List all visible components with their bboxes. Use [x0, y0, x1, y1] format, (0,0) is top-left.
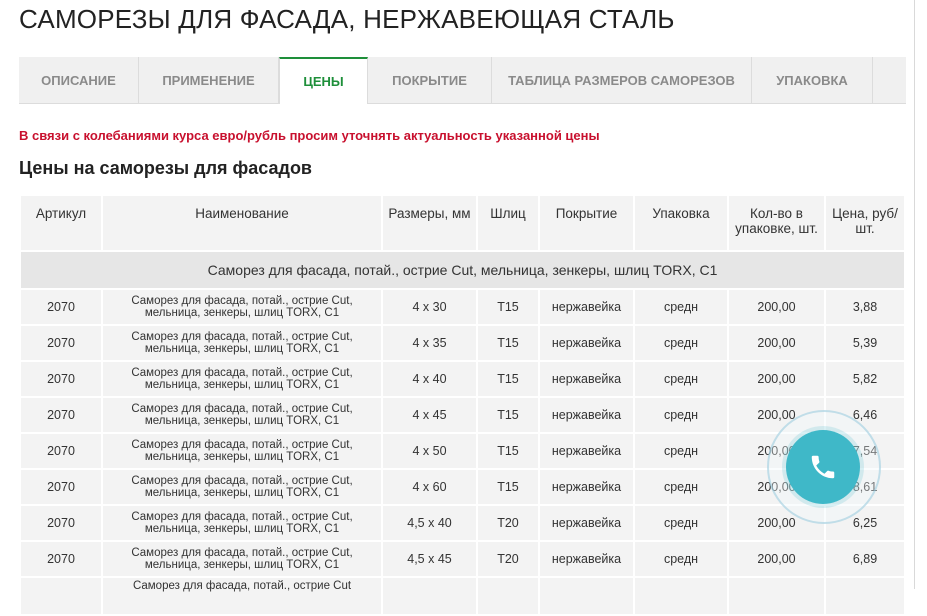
table-row: 2070 Саморез для фасада, потай., острие … — [19, 324, 906, 362]
table-row: 2070 Саморез для фасада, потай., острие … — [19, 396, 906, 434]
cell-packing: средн — [633, 396, 729, 434]
cell-qty: 200,00 — [727, 360, 826, 398]
cell-coating: нержавейка — [538, 540, 635, 578]
cell-article: 2070 — [19, 432, 103, 470]
cell-article — [19, 576, 103, 616]
cell-slot: T15 — [476, 360, 540, 398]
table-row: 2070 Саморез для фасада, потай., острие … — [19, 360, 906, 398]
page-title: САМОРЕЗЫ ДЛЯ ФАСАДА, НЕРЖАВЕЮЩАЯ СТАЛЬ — [19, 4, 675, 34]
table-group-row: Саморез для фасада, потай., острие Cut, … — [19, 250, 906, 290]
header-qty: Кол-во в упаковке, шт. — [727, 194, 826, 252]
cell-name: Саморез для фасада, потай., острие Cut, … — [101, 504, 383, 542]
cell-coating: нержавейка — [538, 432, 635, 470]
cell-article: 2070 — [19, 324, 103, 362]
cell-price: 5,82 — [824, 360, 906, 398]
table-row: 2070 Саморез для фасада, потай., острие … — [19, 540, 906, 578]
header-article: Артикул — [19, 194, 103, 252]
cell-price: 6,89 — [824, 540, 906, 578]
price-table: Артикул Наименование Размеры, мм Шлиц По… — [19, 194, 906, 616]
cell-article: 2070 — [19, 504, 103, 542]
section-title: Цены на саморезы для фасадов — [19, 158, 313, 178]
cell-coating: нержавейка — [538, 360, 635, 398]
cell-packing: средн — [633, 288, 729, 326]
table-row: 2070 Саморез для фасада, потай., острие … — [19, 504, 906, 542]
cell-size: 4 х 40 — [381, 360, 478, 398]
cell-name: Саморез для фасада, потай., острие Cut, … — [101, 468, 383, 506]
header-price: Цена, руб/шт. — [824, 194, 906, 252]
cell-packing: средн — [633, 504, 729, 542]
tabs-bar: ОПИСАНИЕ ПРИМЕНЕНИЕ ЦЕНЫ ПОКРЫТИЕ ТАБЛИЦ… — [19, 57, 906, 104]
phone-icon — [811, 455, 835, 479]
cell-name: Саморез для фасада, потай., острие Cut, … — [101, 360, 383, 398]
cell-name: Саморез для фасада, потай., острие Cut, … — [101, 324, 383, 362]
tab-prices[interactable]: ЦЕНЫ — [279, 57, 368, 104]
tab-coating[interactable]: ПОКРЫТИЕ — [368, 57, 492, 103]
cell-article: 2070 — [19, 288, 103, 326]
cell-size: 4 х 45 — [381, 396, 478, 434]
cell-packing: средн — [633, 468, 729, 506]
cell-packing: средн — [633, 540, 729, 578]
cell-qty: 200,00 — [727, 288, 826, 326]
cell-article: 2070 — [19, 468, 103, 506]
cell-name: Саморез для фасада, потай., острие Cut — [101, 576, 383, 616]
cell-name: Саморез для фасада, потай., острие Cut, … — [101, 540, 383, 578]
cell-coating: нержавейка — [538, 396, 635, 434]
call-button[interactable] — [786, 430, 860, 504]
cell-slot: T20 — [476, 540, 540, 578]
cell-packing: средн — [633, 324, 729, 362]
cell-article: 2070 — [19, 396, 103, 434]
cell-coating: нержавейка — [538, 468, 635, 506]
table-header-row: Артикул Наименование Размеры, мм Шлиц По… — [19, 194, 906, 252]
cell-article: 2070 — [19, 540, 103, 578]
cell-coating: нержавейка — [538, 288, 635, 326]
cell-size: 4,5 х 45 — [381, 540, 478, 578]
header-slot: Шлиц — [476, 194, 540, 252]
cell-size: 4 х 35 — [381, 324, 478, 362]
cell-slot: T15 — [476, 324, 540, 362]
cell-name: Саморез для фасада, потай., острие Cut, … — [101, 288, 383, 326]
cell-slot: T15 — [476, 432, 540, 470]
cell-coating: нержавейка — [538, 324, 635, 362]
tab-application[interactable]: ПРИМЕНЕНИЕ — [139, 57, 279, 103]
cell-slot: T15 — [476, 468, 540, 506]
tab-size-table[interactable]: ТАБЛИЦА РАЗМЕРОВ САМОРЕЗОВ — [492, 57, 752, 103]
group-label: Саморез для фасада, потай., острие Cut, … — [19, 250, 906, 290]
table-row: 2070 Саморез для фасада, потай., острие … — [19, 288, 906, 326]
header-packing: Упаковка — [633, 194, 729, 252]
cell-price: 5,39 — [824, 324, 906, 362]
cell-price: 3,88 — [824, 288, 906, 326]
cell-size: 4 х 60 — [381, 468, 478, 506]
cell-size: 4 х 30 — [381, 288, 478, 326]
cell-name: Саморез для фасада, потай., острие Cut, … — [101, 432, 383, 470]
tab-packing[interactable]: УПАКОВКА — [752, 57, 873, 103]
header-name: Наименование — [101, 194, 383, 252]
cell-coating: нержавейка — [538, 504, 635, 542]
cell-name: Саморез для фасада, потай., острие Cut, … — [101, 396, 383, 434]
price-notice: В связи с колебаниями курса евро/рубль п… — [19, 128, 600, 143]
header-coating: Покрытие — [538, 194, 635, 252]
cell-size: 4,5 х 40 — [381, 504, 478, 542]
cell-slot: T20 — [476, 504, 540, 542]
cell-size: 4 х 50 — [381, 432, 478, 470]
content-border — [914, 0, 915, 589]
header-size: Размеры, мм — [381, 194, 478, 252]
tab-description[interactable]: ОПИСАНИЕ — [19, 57, 139, 103]
cell-qty: 200,00 — [727, 324, 826, 362]
cell-slot: T15 — [476, 396, 540, 434]
table-row-partial: Саморез для фасада, потай., острие Cut — [19, 576, 906, 616]
cell-packing: средн — [633, 360, 729, 398]
cell-article: 2070 — [19, 360, 103, 398]
cell-qty: 200,00 — [727, 540, 826, 578]
cell-slot: T15 — [476, 288, 540, 326]
cell-packing: средн — [633, 432, 729, 470]
